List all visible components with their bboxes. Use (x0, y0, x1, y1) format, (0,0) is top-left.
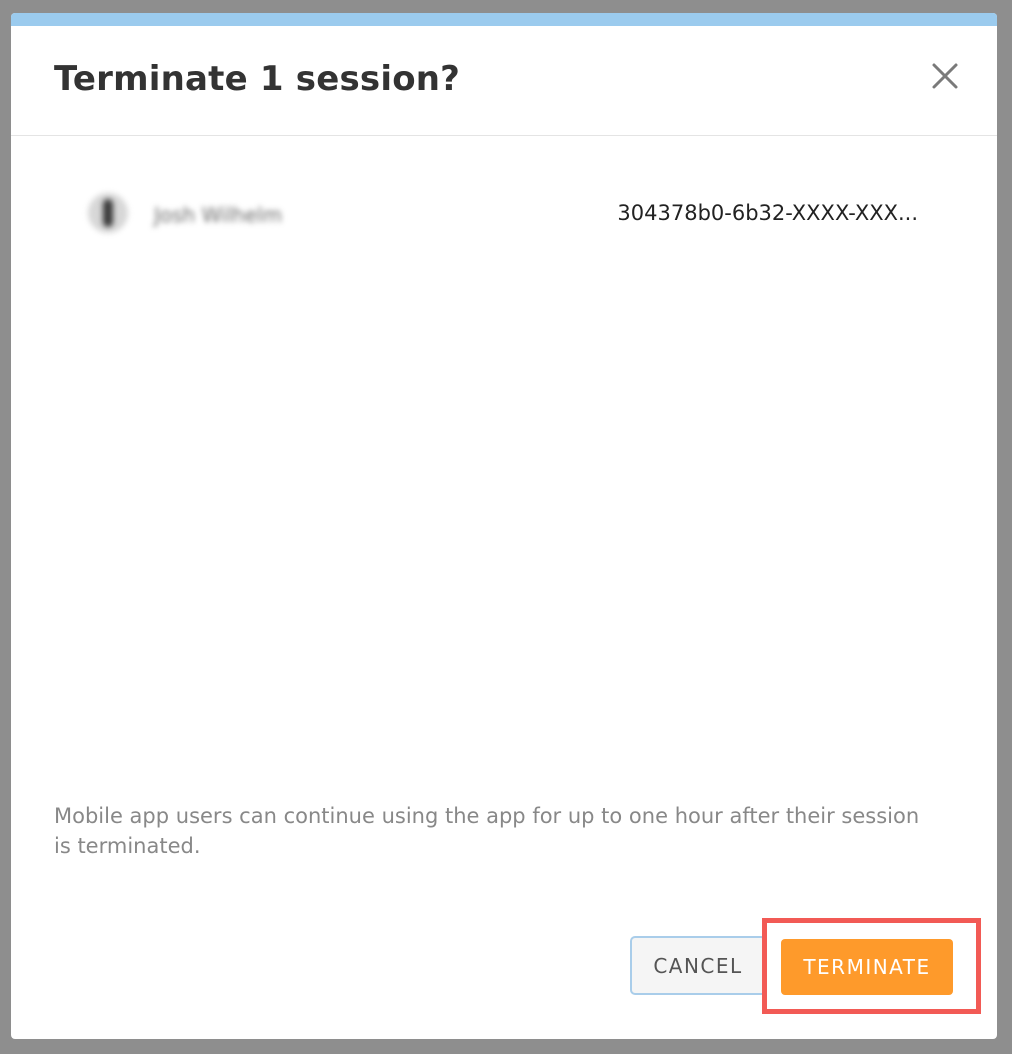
session-id: 304378b0-6b32-XXXX-XXX... (617, 201, 918, 225)
close-button[interactable] (931, 62, 959, 90)
session-user-name: Josh Wilhelm (154, 203, 283, 227)
user-avatar (88, 193, 128, 233)
session-row: Josh Wilhelm 304378b0-6b32-XXXX-XXX... (88, 191, 918, 241)
terminate-button[interactable]: TERMINATE (781, 939, 953, 995)
cancel-button[interactable]: CANCEL (630, 936, 766, 995)
terminate-session-dialog: Terminate 1 session? Josh Wilhelm 304378… (11, 13, 997, 1039)
dialog-title: Terminate 1 session? (54, 59, 461, 99)
dialog-header: Terminate 1 session? (11, 26, 997, 136)
session-info-text: Mobile app users can continue using the … (54, 804, 920, 858)
close-icon (932, 63, 958, 89)
dialog-accent-bar (11, 13, 997, 26)
